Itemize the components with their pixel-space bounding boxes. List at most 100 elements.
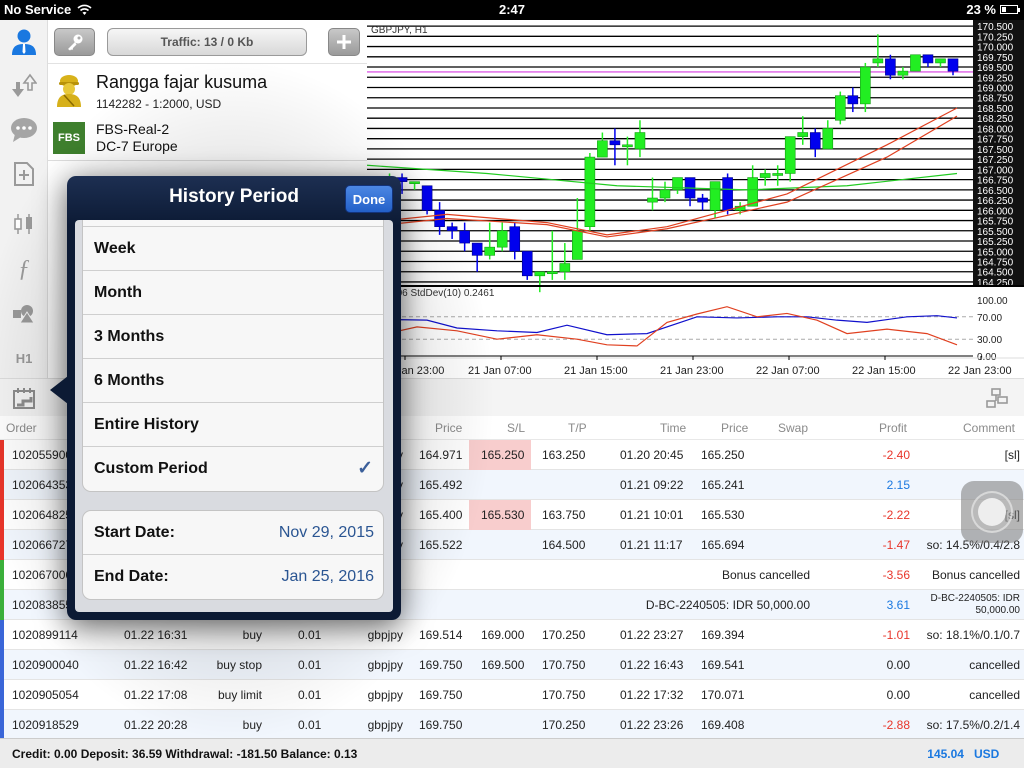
- symbol: gbpjpy: [367, 628, 403, 642]
- close-time: 01.22 23:26: [620, 718, 684, 732]
- close-price: 165.241: [701, 478, 745, 492]
- candle-body: [521, 250, 533, 277]
- profit: -2.22: [882, 508, 910, 522]
- comment: cancelled: [969, 658, 1020, 672]
- open-price: 169.514: [419, 628, 463, 642]
- table-row[interactable]: 1020918529 01.22 20:28 buy 0.01 gbpjpy 169.75…: [0, 710, 1024, 740]
- row-type-marker: [0, 590, 4, 620]
- indicator-tick-label: 100.00: [977, 296, 1008, 307]
- period-options: Week Month 3 Months 6 Months Entire Hist…: [82, 220, 384, 492]
- custom-date-range: Start Date: Nov 29, 2015 End Date: Jan 25,…: [82, 510, 384, 600]
- account-toolbar: Traffic: 13 / 0 Kb: [48, 20, 367, 64]
- symbol: gbpjpy: [367, 688, 403, 702]
- account-icon[interactable]: [8, 26, 40, 58]
- close-time: 01.20 20:45: [620, 448, 684, 462]
- candle-body: [459, 230, 470, 244]
- period-option-6-months[interactable]: 6 Months: [83, 359, 383, 403]
- period-option-3-months[interactable]: 3 Months: [83, 315, 383, 359]
- layout-toggle-icon[interactable]: [986, 388, 1008, 413]
- candle-body: [496, 230, 508, 248]
- take-profit: 163.250: [542, 448, 586, 462]
- close-time: 01.21 09:22: [620, 478, 684, 492]
- function-icon[interactable]: ƒ: [8, 253, 40, 285]
- trade-icon[interactable]: [8, 70, 40, 102]
- profit: -1.47: [882, 538, 910, 552]
- period-option-month[interactable]: Month: [83, 271, 383, 315]
- stop-loss: 169.500: [481, 658, 525, 672]
- row-description: Bonus cancelled: [721, 568, 810, 582]
- datacenter-name: DC-7 Europe: [96, 138, 178, 154]
- close-time: 01.22 16:43: [620, 658, 684, 672]
- table-row[interactable]: 1020905054 01.22 17:08 buy limit 0.01 gbpjpy…: [0, 680, 1024, 710]
- col-sl[interactable]: S/L: [507, 421, 525, 435]
- open-price: 169.750: [419, 658, 463, 672]
- order-type: buy limit: [217, 688, 262, 702]
- assistive-touch-button[interactable]: [961, 481, 1023, 543]
- col-swap[interactable]: Swap: [778, 421, 808, 435]
- price-tick-label: 164.250: [977, 278, 1014, 289]
- col-price[interactable]: Price: [435, 421, 462, 435]
- end-date-row[interactable]: End Date: Jan 25, 2016: [83, 555, 383, 599]
- col-close-price[interactable]: Price: [721, 421, 748, 435]
- key-icon: [67, 34, 82, 51]
- calendar-period-icon[interactable]: [12, 387, 36, 414]
- add-account-button[interactable]: [328, 28, 360, 56]
- candle-body: [446, 226, 458, 232]
- price-chart[interactable]: 170.500170.250170.000169.750169.500169.2…: [366, 20, 1024, 378]
- row-type-marker: [0, 680, 4, 710]
- candle-body: [822, 128, 834, 150]
- row-type-marker: [0, 560, 4, 590]
- take-profit: 164.500: [542, 538, 586, 552]
- table-row[interactable]: 1020900040 01.22 16:42 buy stop 0.01 gbpjpy 1…: [0, 650, 1024, 680]
- col-order[interactable]: Order: [6, 421, 37, 435]
- take-profit: 163.750: [542, 508, 586, 522]
- table-row[interactable]: 1020899114 01.22 16:31 buy 0.01 gbpjpy 169.51…: [0, 620, 1024, 650]
- candle-body: [860, 66, 871, 105]
- order-type: buy: [242, 628, 262, 642]
- chart-area[interactable]: 170.500 170.250 170.000 169.750 169.500 169.2…: [366, 20, 1024, 378]
- candle-body: [772, 173, 783, 176]
- battery-percent: 23 %: [966, 2, 996, 17]
- period-option-custom[interactable]: Custom Period ✓: [83, 447, 383, 491]
- stop-loss: 165.530: [481, 508, 525, 522]
- candle-body: [421, 185, 433, 211]
- period-option-entire-history[interactable]: Entire History: [83, 403, 383, 447]
- close-price: 169.394: [701, 628, 745, 642]
- row-type-marker: [0, 530, 4, 560]
- col-tp[interactable]: T/P: [568, 421, 587, 435]
- objects-icon[interactable]: [8, 298, 40, 330]
- candle-body: [709, 181, 721, 211]
- account-avatar-icon: [55, 74, 83, 108]
- row-type-marker: [0, 440, 4, 470]
- time-tick-label: Jan 23:00: [396, 365, 444, 377]
- col-profit[interactable]: Profit: [879, 421, 907, 435]
- comment: so: 17.5%/0.2/1.4: [926, 718, 1020, 732]
- done-button[interactable]: Done: [345, 185, 393, 213]
- candle-body: [634, 132, 646, 150]
- volume: 0.01: [298, 658, 322, 672]
- close-price: 165.250: [701, 448, 745, 462]
- candle-body: [484, 246, 495, 256]
- clock: 2:47: [498, 2, 526, 17]
- timeframe-button[interactable]: H1: [8, 342, 40, 374]
- period-option-week[interactable]: Week: [83, 227, 383, 271]
- candle-body: [835, 95, 846, 121]
- close-price: 170.071: [701, 688, 745, 702]
- col-comment[interactable]: Comment: [963, 421, 1015, 435]
- symbol: gbpjpy: [367, 658, 403, 672]
- col-time[interactable]: Time: [660, 421, 686, 435]
- end-date-value: Jan 25, 2016: [281, 568, 374, 585]
- broker-logo: FBS: [53, 122, 85, 154]
- account-name: Rangga fajar kusuma: [96, 72, 268, 92]
- candle-body: [947, 58, 959, 72]
- comment: so: 18.1%/0.1/0.7: [926, 628, 1020, 642]
- chat-icon[interactable]: [8, 114, 40, 146]
- start-date-row[interactable]: Start Date: Nov 29, 2015: [83, 511, 383, 555]
- start-date-value: Nov 29, 2015: [278, 524, 374, 541]
- profit: -2.88: [882, 718, 910, 732]
- candlestick-icon[interactable]: [8, 208, 40, 240]
- password-button[interactable]: [54, 28, 95, 56]
- candle-body: [647, 197, 658, 203]
- new-order-icon[interactable]: [8, 158, 40, 190]
- stop-loss: 165.250: [481, 448, 525, 462]
